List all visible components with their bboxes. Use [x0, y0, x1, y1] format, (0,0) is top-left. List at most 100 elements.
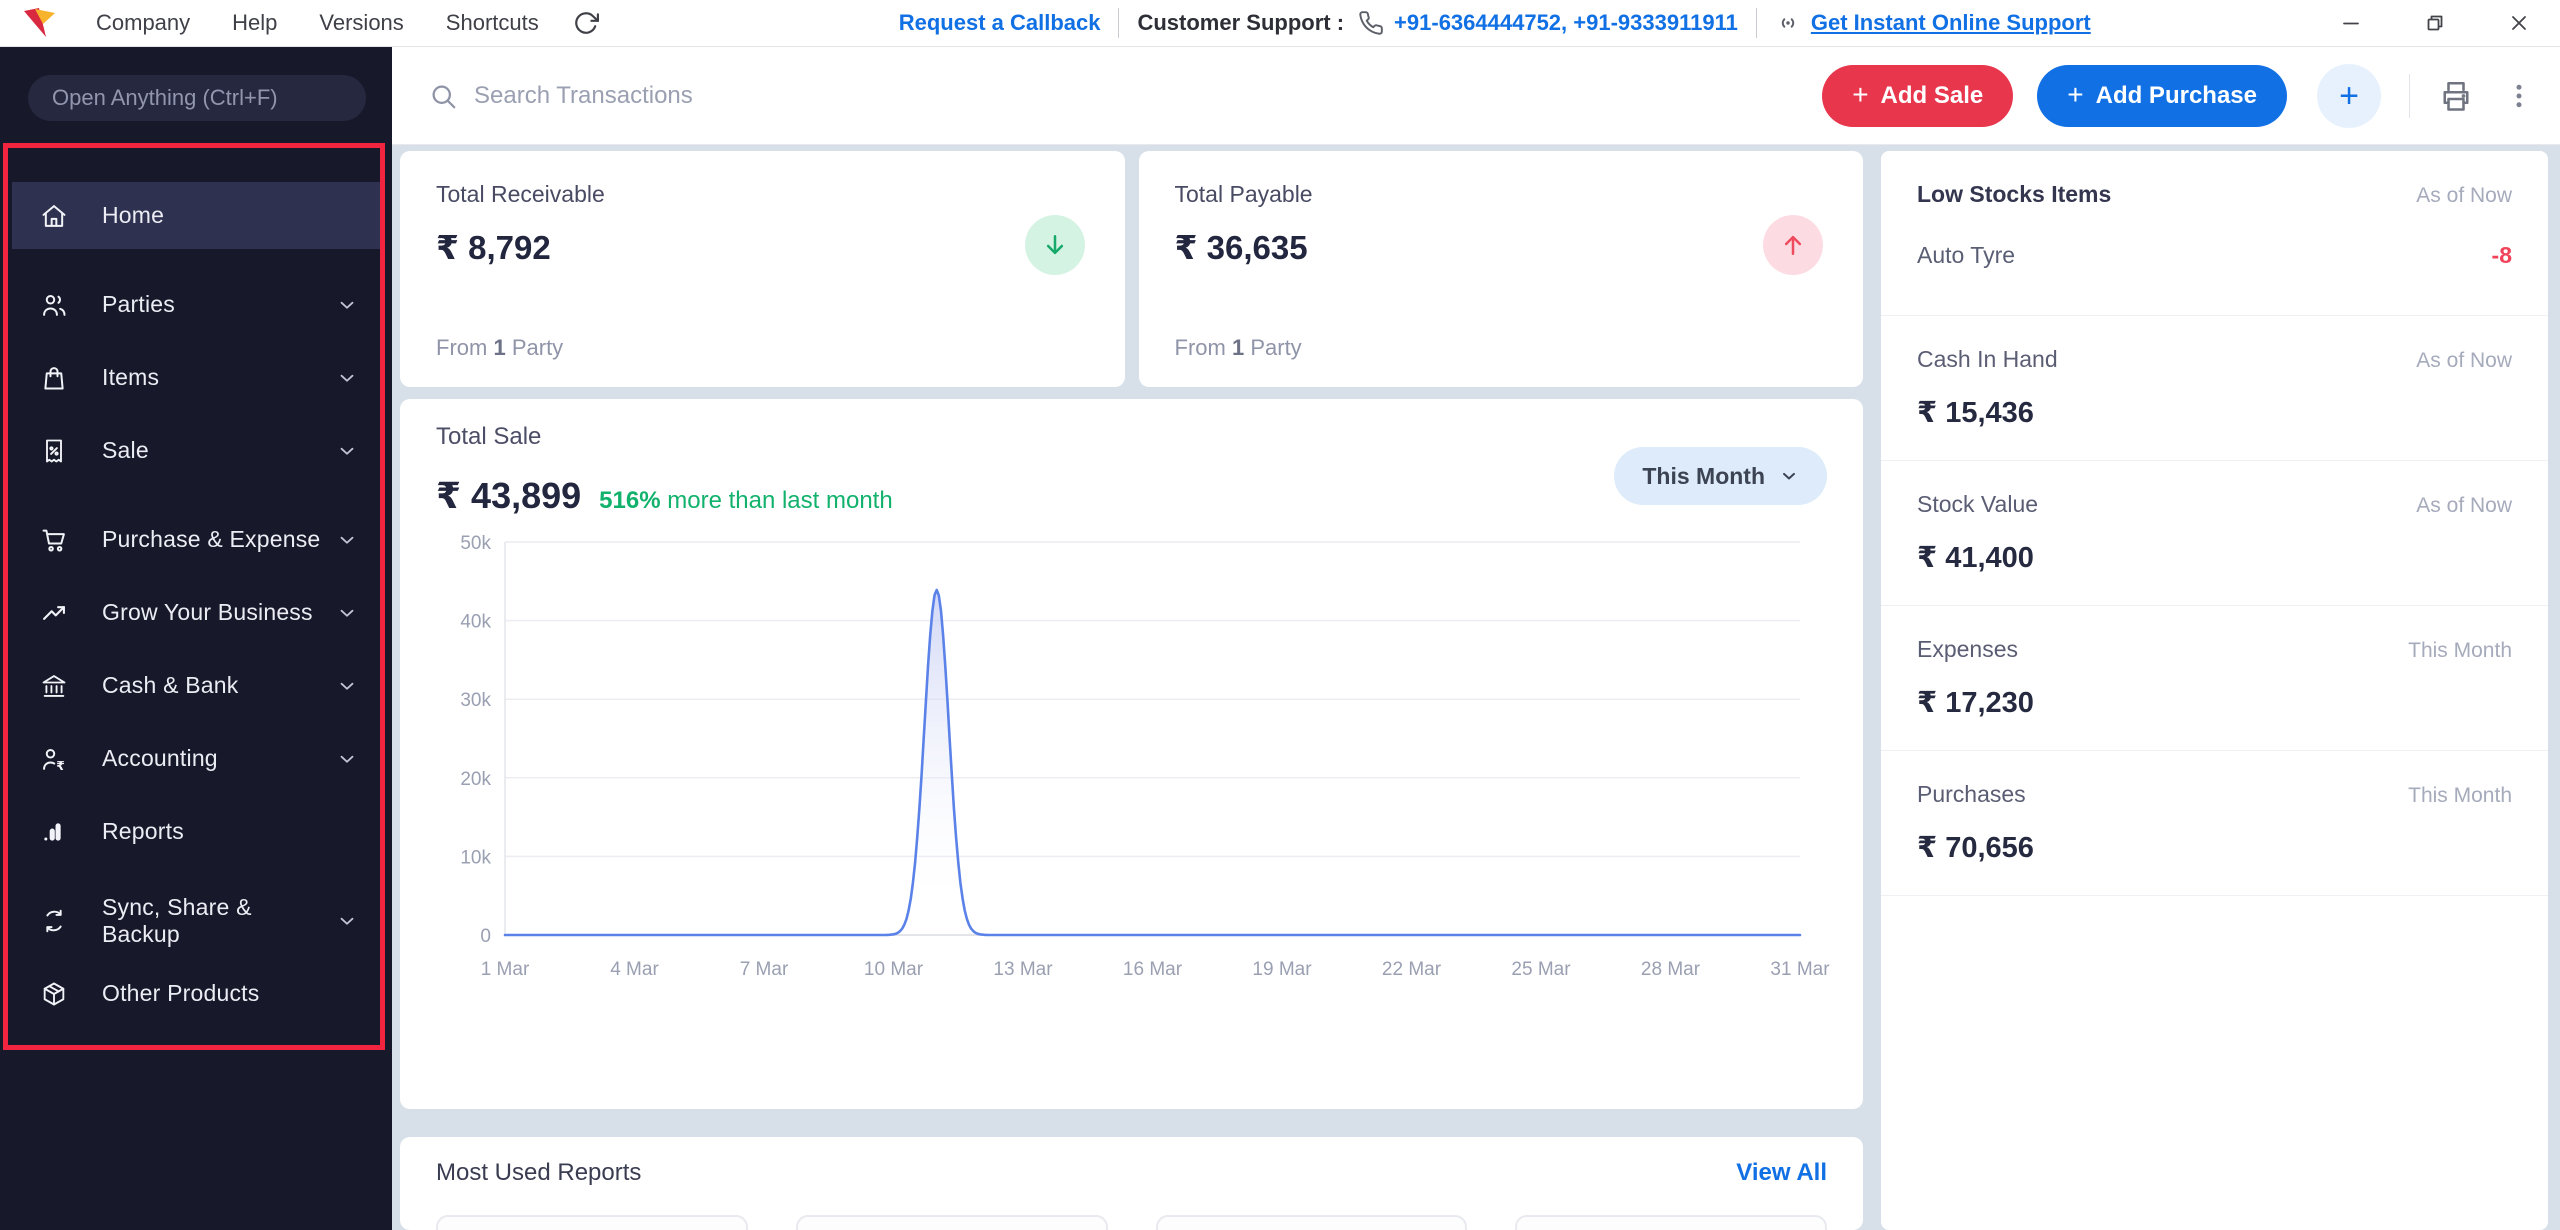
sidebar-item-label: Purchase & Expense	[102, 526, 320, 553]
summary-card-label: Total Receivable	[436, 181, 1089, 208]
section-period-badge: As of Now	[2416, 494, 2512, 518]
section-stock-value[interactable]: Stock Value As of Now ₹ 41,400	[1881, 461, 2548, 606]
sidebar-item-grow-your-business[interactable]: Grow Your Business	[12, 579, 380, 646]
sidebar-item-sync-share-backup[interactable]: Sync, Share & Backup	[12, 887, 380, 954]
summary-card-label: Total Payable	[1175, 181, 1828, 208]
section-title: Stock Value	[1917, 491, 2038, 518]
total-sale-delta: 516% more than last month	[599, 487, 893, 515]
window-restore-button[interactable]	[2422, 10, 2448, 36]
section-title: Cash In Hand	[1917, 346, 2058, 373]
purchase-cart-icon	[40, 526, 68, 554]
sidebar-item-items[interactable]: Items	[12, 344, 380, 411]
svg-text:20k: 20k	[460, 769, 491, 790]
total-sale-card: Total Sale ₹ 43,899 516% more than last …	[400, 399, 1863, 1109]
vyapar-logo-icon	[20, 6, 58, 40]
sidebar-item-label: Accounting	[102, 745, 218, 772]
view-all-link[interactable]: View All	[1736, 1159, 1827, 1187]
report-shortcut-card[interactable]	[1515, 1215, 1827, 1230]
titlebar-menu-company[interactable]: Company	[96, 10, 190, 36]
support-phone-numbers[interactable]: +91-6364444752, +91-9333911911	[1394, 10, 1738, 36]
chevron-down-icon	[336, 602, 358, 624]
svg-text:16 Mar: 16 Mar	[1123, 959, 1183, 980]
titlebar-menu-versions[interactable]: Versions	[319, 10, 403, 36]
low-stock-item-row: Auto Tyre -8	[1917, 242, 2512, 269]
sidebar-item-label: Parties	[102, 291, 175, 318]
dashboard-content: Total Receivable ₹ 8,792 From 1 Party To…	[392, 145, 2560, 1230]
add-sale-button[interactable]: + Add Sale	[1822, 65, 2013, 127]
total-sale-value: ₹ 43,899	[436, 475, 581, 517]
section-items: Auto Tyre -8	[1917, 242, 2512, 285]
sidebar-nav: Home Parties Items Sale Purchase & Expen…	[0, 121, 392, 1027]
most-used-reports-card: Most Used Reports View All	[400, 1137, 1863, 1230]
from-prefix: From	[436, 335, 487, 360]
summary-card-subtext: From 1 Party	[436, 335, 1089, 361]
sale-icon	[40, 437, 68, 465]
sidebar-item-cash-bank[interactable]: Cash & Bank	[12, 652, 380, 719]
sidebar-item-purchase-expense[interactable]: Purchase & Expense	[12, 506, 380, 573]
plus-icon: +	[1852, 81, 1868, 109]
section-period-badge: This Month	[2408, 639, 2512, 663]
section-value: ₹ 70,656	[1917, 830, 2512, 865]
bank-icon	[40, 672, 68, 700]
section-cash-in-hand[interactable]: Cash In Hand As of Now ₹ 15,436	[1881, 316, 2548, 461]
titlebar: Company Help Versions Shortcuts Request a C…	[0, 0, 2560, 47]
svg-text:25 Mar: 25 Mar	[1511, 959, 1571, 980]
sidebar-item-home[interactable]: Home	[12, 182, 380, 249]
window-close-button[interactable]	[2506, 10, 2532, 36]
sidebar-item-label: Other Products	[102, 980, 259, 1007]
total-receivable-card[interactable]: Total Receivable ₹ 8,792 From 1 Party	[400, 151, 1125, 387]
report-shortcut-card[interactable]	[796, 1215, 1108, 1230]
products-box-icon	[40, 980, 68, 1008]
arrow-down-icon	[1040, 230, 1070, 260]
section-period-badge: This Month	[2408, 784, 2512, 808]
online-support-link[interactable]: Get Instant Online Support	[1811, 10, 2091, 36]
from-count: 1	[1232, 335, 1244, 360]
window-minimize-button[interactable]	[2338, 10, 2364, 36]
section-purchases[interactable]: Purchases This Month ₹ 70,656	[1881, 751, 2548, 896]
section-low-stocks[interactable]: Low Stocks Items As of Now Auto Tyre -8	[1881, 151, 2548, 316]
sidebar-item-reports[interactable]: Reports	[12, 798, 380, 865]
titlebar-menu-help[interactable]: Help	[232, 10, 277, 36]
svg-text:0: 0	[480, 926, 491, 947]
chevron-down-icon	[336, 675, 358, 697]
svg-text:31 Mar: 31 Mar	[1770, 959, 1830, 980]
from-count: 1	[493, 335, 505, 360]
quick-add-button[interactable]: +	[2317, 64, 2381, 128]
arrow-up-icon	[1778, 230, 1808, 260]
add-purchase-button[interactable]: + Add Purchase	[2037, 65, 2287, 127]
report-shortcut-card[interactable]	[1156, 1215, 1468, 1230]
section-expenses[interactable]: Expenses This Month ₹ 17,230	[1881, 606, 2548, 751]
plus-icon: +	[2067, 81, 2083, 109]
svg-text:₹: ₹	[56, 759, 65, 773]
sidebar-item-label: Reports	[102, 818, 184, 845]
divider	[1118, 8, 1119, 38]
svg-text:13 Mar: 13 Mar	[993, 959, 1053, 980]
sidebar-item-parties[interactable]: Parties	[12, 271, 380, 338]
total-payable-card[interactable]: Total Payable ₹ 36,635 From 1 Party	[1139, 151, 1864, 387]
summary-card-subtext: From 1 Party	[1175, 335, 1828, 361]
more-options-kebab-button[interactable]	[2504, 81, 2534, 111]
sidebar-item-sale[interactable]: Sale	[12, 417, 380, 484]
period-selector-dropdown[interactable]: This Month	[1614, 447, 1827, 505]
search-icon	[428, 81, 458, 111]
from-suffix: Party	[512, 335, 563, 360]
most-used-reports-title: Most Used Reports	[436, 1159, 641, 1187]
request-callback-link[interactable]: Request a Callback	[899, 10, 1101, 36]
phone-icon	[1358, 10, 1384, 36]
section-period-badge: As of Now	[2416, 184, 2512, 208]
svg-text:1 Mar: 1 Mar	[481, 959, 530, 980]
open-anything-search-input[interactable]	[28, 75, 366, 121]
svg-text:10 Mar: 10 Mar	[864, 959, 924, 980]
report-shortcut-card[interactable]	[436, 1215, 748, 1230]
refresh-icon[interactable]	[573, 10, 599, 36]
chevron-down-icon	[336, 529, 358, 551]
titlebar-menu-shortcuts[interactable]: Shortcuts	[446, 10, 539, 36]
item-name: Auto Tyre	[1917, 242, 2015, 269]
sidebar: Home Parties Items Sale Purchase & Expen…	[0, 47, 392, 1230]
chevron-down-icon	[1779, 466, 1799, 486]
print-button[interactable]	[2438, 78, 2474, 114]
search-transactions-input[interactable]	[474, 82, 1074, 110]
sidebar-item-accounting[interactable]: ₹ Accounting	[12, 725, 380, 792]
sidebar-item-other-products[interactable]: Other Products	[12, 960, 380, 1027]
from-prefix: From	[1175, 335, 1226, 360]
